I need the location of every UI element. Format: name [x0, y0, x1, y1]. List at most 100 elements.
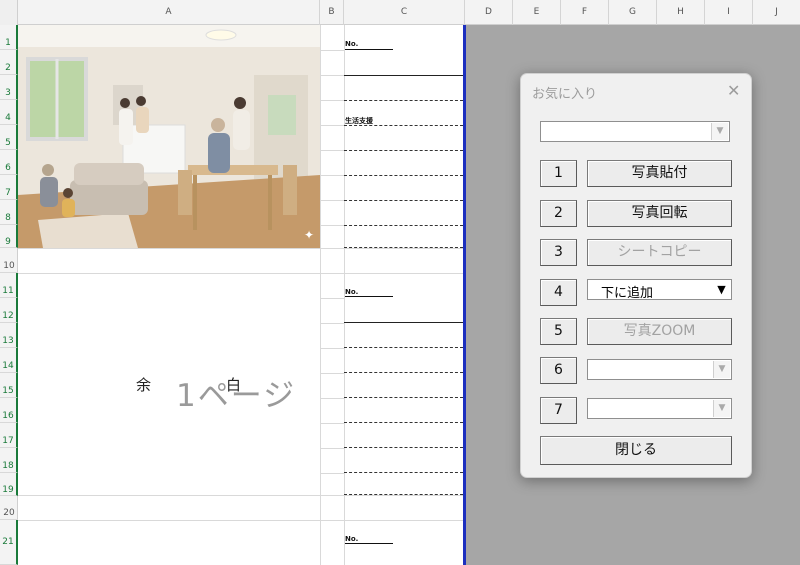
row-header-18[interactable]: 18	[0, 448, 18, 473]
number-label: No.	[345, 535, 359, 543]
gridline	[320, 50, 344, 51]
number-button-4[interactable]: 4	[540, 279, 577, 306]
row-header: 1 2 3 4 5 6 7 8 9 10 11 12 13 14 15 16 1…	[0, 25, 18, 565]
row-header-14[interactable]: 14	[0, 348, 18, 373]
row-header-4[interactable]: 4	[0, 100, 18, 125]
row-header-13[interactable]: 13	[0, 323, 18, 348]
add-below-value: 下に追加	[601, 286, 654, 301]
page-break-line	[463, 25, 466, 565]
ruled-line	[344, 247, 463, 248]
chevron-down-icon[interactable]: ▼	[713, 281, 730, 298]
ruled-line	[344, 175, 463, 176]
gridline	[320, 298, 344, 299]
ruled-line	[344, 422, 463, 423]
ruled-line	[344, 447, 463, 448]
select-all-corner[interactable]	[0, 0, 18, 25]
number-button-6[interactable]: 6	[540, 357, 577, 384]
copy-sheet-button[interactable]: シートコピー	[587, 239, 732, 266]
gridline	[18, 248, 465, 249]
number-button-1[interactable]: 1	[540, 160, 577, 187]
row-header-15[interactable]: 15	[0, 373, 18, 398]
gridline	[320, 323, 344, 324]
column-header-f[interactable]: F	[561, 0, 609, 25]
row-header-7[interactable]: 7	[0, 175, 18, 200]
ruled-line	[344, 472, 463, 473]
ruled-line	[344, 494, 463, 495]
column-header-g[interactable]: G	[609, 0, 657, 25]
note-label: 生活支援	[345, 117, 373, 125]
chevron-down-icon[interactable]: ▼	[713, 361, 730, 378]
number-button-7[interactable]: 7	[540, 397, 577, 424]
option-combo-6[interactable]: ▼	[587, 359, 732, 380]
number-underline	[345, 296, 393, 297]
column-header-e[interactable]: E	[513, 0, 561, 25]
favorites-dialog: お気に入り ✕ ▼ 1 写真貼付 2 写真回転 3 シートコピー 4 下に追加 …	[520, 73, 752, 478]
row-header-10[interactable]: 10	[0, 248, 18, 273]
row-header-6[interactable]: 6	[0, 150, 18, 175]
gridline	[18, 520, 465, 521]
number-button-3[interactable]: 3	[540, 239, 577, 266]
add-below-combo[interactable]: 下に追加 ▼	[587, 279, 732, 301]
row-header-20[interactable]: 20	[0, 496, 18, 520]
row-header-9[interactable]: 9	[0, 225, 18, 248]
gridline	[320, 348, 344, 349]
row-header-21[interactable]: 21	[0, 520, 18, 565]
column-header-h[interactable]: H	[657, 0, 705, 25]
column-header-a[interactable]: A	[18, 0, 320, 25]
row-header-19[interactable]: 19	[0, 473, 18, 496]
rotate-photo-button[interactable]: 写真回転	[587, 200, 732, 227]
gridline	[320, 125, 344, 126]
close-icon[interactable]: ✕	[727, 81, 740, 100]
gridline	[320, 473, 344, 474]
option-combo-7[interactable]: ▼	[587, 398, 732, 419]
number-label: No.	[345, 288, 359, 296]
favorites-combo[interactable]: ▼	[540, 121, 730, 142]
row-header-8[interactable]: 8	[0, 200, 18, 225]
gridline	[320, 25, 321, 565]
column-header: A B C D E F G H I J	[0, 0, 800, 25]
ruled-line	[344, 372, 463, 373]
page-watermark: 1ページ	[176, 378, 297, 414]
chevron-down-icon[interactable]: ▼	[713, 400, 730, 417]
number-button-2[interactable]: 2	[540, 200, 577, 227]
row-header-3[interactable]: 3	[0, 75, 18, 100]
ruled-line	[344, 347, 463, 348]
number-underline	[345, 49, 393, 50]
row-header-12[interactable]: 12	[0, 298, 18, 323]
gridline	[320, 398, 344, 399]
row-header-2[interactable]: 2	[0, 50, 18, 75]
column-header-b[interactable]: B	[320, 0, 344, 25]
gridline	[320, 423, 344, 424]
row-header-11[interactable]: 11	[0, 273, 18, 298]
column-header-d[interactable]: D	[465, 0, 513, 25]
ruled-line	[344, 397, 463, 398]
gridline	[320, 100, 344, 101]
row-header-1[interactable]: 1	[0, 25, 18, 50]
row-header-16[interactable]: 16	[0, 398, 18, 423]
photo-zoom-button[interactable]: 写真ZOOM	[587, 318, 732, 345]
gridline	[18, 273, 465, 274]
column-header-j[interactable]: J	[753, 0, 800, 25]
number-label: No.	[345, 40, 359, 48]
close-dialog-button[interactable]: 閉じる	[540, 436, 732, 465]
column-header-c[interactable]: C	[344, 0, 465, 25]
gridline	[320, 175, 344, 176]
gridline	[320, 225, 344, 226]
column-header-i[interactable]: I	[705, 0, 753, 25]
number-underline	[345, 543, 393, 544]
dialog-title: お気に入り	[532, 87, 598, 102]
gridline	[320, 373, 344, 374]
photo-illustration: ✦	[18, 25, 320, 248]
excel-window: A B C D E F G H I J 1 2 3 4 5 6 7 8 9 10…	[0, 0, 800, 565]
chevron-down-icon[interactable]: ▼	[711, 123, 728, 140]
gridline	[18, 495, 465, 496]
paste-photo-button[interactable]: 写真貼付	[587, 160, 732, 187]
gridline	[320, 448, 344, 449]
inserted-photo[interactable]: ✦	[18, 25, 320, 248]
gridline	[320, 200, 344, 201]
gridline	[320, 75, 344, 76]
row-header-5[interactable]: 5	[0, 125, 18, 150]
svg-text:✦: ✦	[304, 228, 314, 242]
number-button-5[interactable]: 5	[540, 318, 577, 345]
row-header-17[interactable]: 17	[0, 423, 18, 448]
